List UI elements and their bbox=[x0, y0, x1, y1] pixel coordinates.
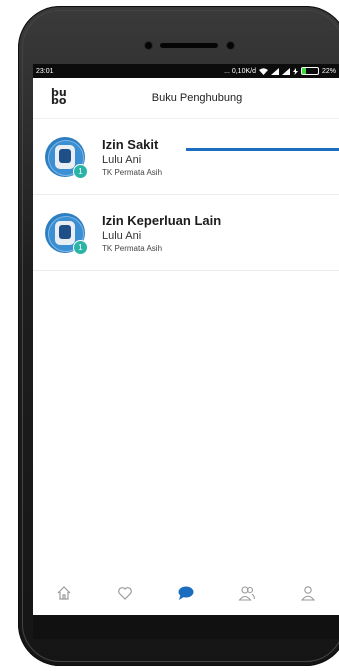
heart-icon bbox=[117, 587, 132, 600]
signal-icon bbox=[281, 67, 290, 75]
highlight-line bbox=[186, 148, 339, 151]
app-header: bu bo Buku Penghubung bbox=[33, 78, 339, 119]
message-text: Izin Sakit Lulu Ani TK Permata Asih bbox=[102, 137, 162, 177]
nav-favorites[interactable] bbox=[105, 578, 145, 608]
network-speed: ... 0,10K/d bbox=[224, 67, 256, 75]
unread-badge: 1 bbox=[73, 163, 88, 179]
status-icons: ... 0,10K/d 22% bbox=[224, 67, 336, 75]
battery-fill bbox=[301, 68, 306, 74]
nav-home[interactable] bbox=[44, 578, 84, 608]
profile-icon bbox=[301, 586, 316, 601]
message-item[interactable]: 1 Izin Keperluan Lain Lulu Ani TK Permat… bbox=[33, 195, 339, 271]
sender-name: Lulu Ani bbox=[102, 229, 142, 242]
page-title: Buku Penghubung bbox=[151, 92, 243, 104]
avatar-wrapper: 1 bbox=[45, 136, 88, 179]
status-bar: 23:01 ... 0,10K/d 22% bbox=[33, 64, 339, 78]
avatar-wrapper: 1 bbox=[45, 212, 88, 255]
nav-contacts[interactable] bbox=[227, 578, 267, 608]
phone-camera bbox=[144, 41, 153, 50]
chat-icon bbox=[178, 586, 194, 600]
nav-messages[interactable] bbox=[166, 578, 206, 608]
phone-chin bbox=[33, 615, 339, 639]
app-logo[interactable]: bu bo bbox=[51, 86, 67, 107]
message-title: Izin Keperluan Lain bbox=[102, 212, 222, 228]
bottom-navigation bbox=[33, 571, 339, 615]
wifi-icon bbox=[258, 67, 268, 75]
school-name: TK Permata Asih bbox=[102, 167, 163, 177]
avatar-emblem-center bbox=[59, 224, 71, 239]
school-name: TK Permata Asih bbox=[102, 243, 163, 253]
logo-text: bu bo bbox=[51, 86, 67, 107]
app-screen: 23:01 ... 0,10K/d 22% bu bo Buku Penghub… bbox=[33, 64, 339, 615]
phone-speaker bbox=[160, 43, 218, 48]
phone-sensor bbox=[226, 41, 235, 50]
battery-percent: 22% bbox=[321, 67, 336, 75]
avatar-emblem-center bbox=[59, 148, 71, 163]
home-icon bbox=[57, 586, 71, 600]
unread-badge: 1 bbox=[73, 239, 88, 255]
message-item[interactable]: 1 Izin Sakit Lulu Ani TK Permata Asih bbox=[33, 119, 339, 195]
charging-icon bbox=[292, 67, 298, 75]
sender-name: Lulu Ani bbox=[102, 153, 142, 166]
message-title: Izin Sakit bbox=[102, 136, 159, 152]
contacts-icon bbox=[238, 586, 256, 601]
status-time: 23:01 bbox=[36, 67, 54, 75]
message-text: Izin Keperluan Lain Lulu Ani TK Permata … bbox=[102, 213, 221, 253]
signal-icon bbox=[270, 67, 279, 75]
nav-profile[interactable] bbox=[288, 578, 328, 608]
battery-icon bbox=[300, 67, 319, 75]
